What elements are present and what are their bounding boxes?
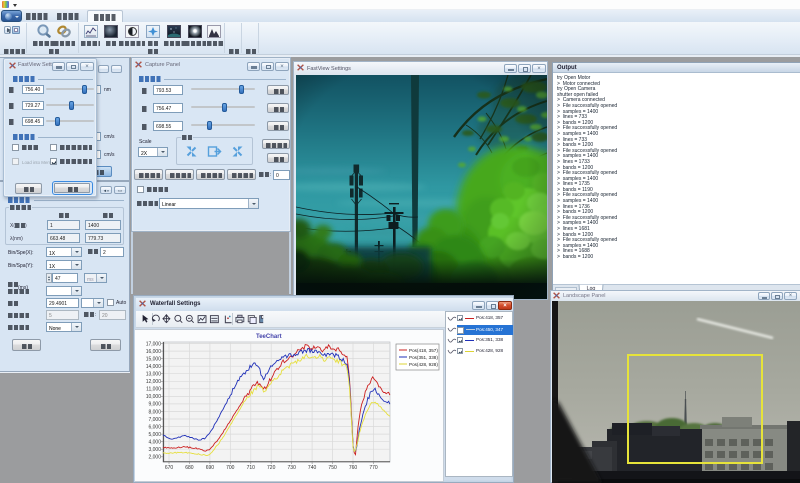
- svg-text:Pos(418, 357): Pos(418, 357): [409, 348, 438, 353]
- svg-text:2,000: 2,000: [148, 455, 161, 461]
- svg-text:710: 710: [247, 465, 256, 471]
- svg-text:16,000: 16,000: [146, 349, 162, 355]
- svg-text:6,000: 6,000: [148, 424, 161, 430]
- svg-text:9,000: 9,000: [148, 402, 161, 408]
- svg-text:770: 770: [369, 465, 378, 471]
- svg-text:730: 730: [288, 465, 297, 471]
- svg-text:17,000: 17,000: [146, 341, 162, 347]
- svg-text:690: 690: [206, 465, 215, 471]
- svg-text:Pos(428, 928): Pos(428, 928): [409, 362, 438, 367]
- svg-text:700: 700: [226, 465, 235, 471]
- svg-text:12,000: 12,000: [146, 379, 162, 385]
- svg-text:720: 720: [267, 465, 276, 471]
- svg-text:15,000: 15,000: [146, 356, 162, 362]
- svg-text:13,000: 13,000: [146, 372, 162, 378]
- svg-text:11,000: 11,000: [146, 387, 161, 393]
- svg-text:Pos(351, 338): Pos(351, 338): [409, 355, 438, 360]
- svg-text:5,000: 5,000: [148, 432, 161, 438]
- svg-text:740: 740: [308, 465, 317, 471]
- svg-text:760: 760: [349, 465, 358, 471]
- svg-text:8,000: 8,000: [148, 409, 161, 415]
- svg-text:670: 670: [165, 465, 174, 471]
- svg-text:10,000: 10,000: [146, 394, 162, 400]
- svg-text:680: 680: [185, 465, 194, 471]
- svg-text:3,000: 3,000: [148, 447, 161, 453]
- svg-text:7,000: 7,000: [148, 417, 161, 423]
- svg-text:750: 750: [328, 465, 337, 471]
- svg-text:4,000: 4,000: [148, 440, 161, 446]
- svg-text:14,000: 14,000: [146, 364, 162, 370]
